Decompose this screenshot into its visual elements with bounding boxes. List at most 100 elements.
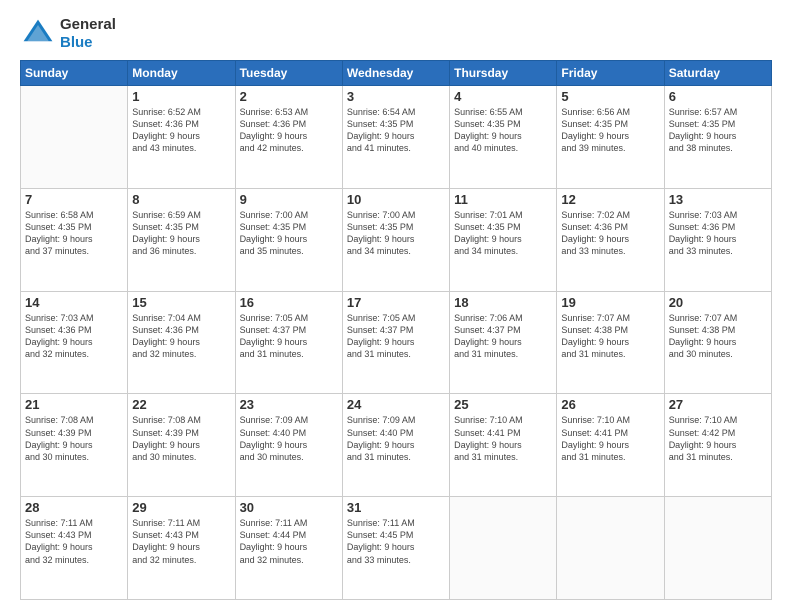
day-number: 13 (669, 192, 767, 207)
day-info: Sunrise: 6:52 AM Sunset: 4:36 PM Dayligh… (132, 106, 230, 155)
calendar-cell (450, 497, 557, 600)
day-info: Sunrise: 6:56 AM Sunset: 4:35 PM Dayligh… (561, 106, 659, 155)
calendar-cell (21, 86, 128, 189)
logo-text: General Blue (60, 16, 116, 52)
day-number: 14 (25, 295, 123, 310)
day-info: Sunrise: 7:11 AM Sunset: 4:44 PM Dayligh… (240, 517, 338, 566)
calendar-cell: 4 Sunrise: 6:55 AM Sunset: 4:35 PM Daylig… (450, 86, 557, 189)
day-info: Sunrise: 6:53 AM Sunset: 4:36 PM Dayligh… (240, 106, 338, 155)
day-number: 16 (240, 295, 338, 310)
day-info: Sunrise: 7:05 AM Sunset: 4:37 PM Dayligh… (347, 312, 445, 361)
day-number: 18 (454, 295, 552, 310)
calendar-cell: 10Sunrise: 7:00 AM Sunset: 4:35 PM Dayli… (342, 188, 449, 291)
day-info: Sunrise: 6:55 AM Sunset: 4:35 PM Dayligh… (454, 106, 552, 155)
calendar-cell: 29 Sunrise: 7:11 AM Sunset: 4:43 PM Dayli… (128, 497, 235, 600)
day-number: 17 (347, 295, 445, 310)
calendar-cell: 18 Sunrise: 7:06 AM Sunset: 4:37 PM Dayli… (450, 291, 557, 394)
day-number: 7 (25, 192, 123, 207)
day-number: 25 (454, 397, 552, 412)
calendar-day-header: Saturday (664, 61, 771, 86)
calendar-cell: 8Sunrise: 6:59 AM Sunset: 4:35 PM Daylig… (128, 188, 235, 291)
calendar-cell: 6 Sunrise: 6:57 AM Sunset: 4:35 PM Daylig… (664, 86, 771, 189)
day-number: 28 (25, 500, 123, 515)
day-number: 3 (347, 89, 445, 104)
day-info: Sunrise: 7:02 AM Sunset: 4:36 PM Dayligh… (561, 209, 659, 258)
day-number: 22 (132, 397, 230, 412)
day-info: Sunrise: 7:00 AM Sunset: 4:35 PM Dayligh… (347, 209, 445, 258)
day-number: 30 (240, 500, 338, 515)
day-number: 2 (240, 89, 338, 104)
calendar-cell: 22 Sunrise: 7:08 AM Sunset: 4:39 PM Dayli… (128, 394, 235, 497)
day-number: 20 (669, 295, 767, 310)
calendar-cell: 23Sunrise: 7:09 AM Sunset: 4:40 PM Dayli… (235, 394, 342, 497)
day-info: Sunrise: 7:09 AM Sunset: 4:40 PM Dayligh… (240, 414, 338, 463)
day-info: Sunrise: 7:11 AM Sunset: 4:43 PM Dayligh… (25, 517, 123, 566)
calendar-cell: 20 Sunrise: 7:07 AM Sunset: 4:38 PM Dayli… (664, 291, 771, 394)
calendar-cell: 3 Sunrise: 6:54 AM Sunset: 4:35 PM Daylig… (342, 86, 449, 189)
day-number: 12 (561, 192, 659, 207)
day-number: 15 (132, 295, 230, 310)
calendar-cell: 19Sunrise: 7:07 AM Sunset: 4:38 PM Dayli… (557, 291, 664, 394)
day-number: 11 (454, 192, 552, 207)
calendar-cell: 13 Sunrise: 7:03 AM Sunset: 4:36 PM Dayli… (664, 188, 771, 291)
calendar-cell: 28 Sunrise: 7:11 AM Sunset: 4:43 PM Dayli… (21, 497, 128, 600)
day-number: 29 (132, 500, 230, 515)
day-info: Sunrise: 7:10 AM Sunset: 4:41 PM Dayligh… (561, 414, 659, 463)
day-info: Sunrise: 7:11 AM Sunset: 4:43 PM Dayligh… (132, 517, 230, 566)
day-info: Sunrise: 6:58 AM Sunset: 4:35 PM Dayligh… (25, 209, 123, 258)
day-info: Sunrise: 7:06 AM Sunset: 4:37 PM Dayligh… (454, 312, 552, 361)
day-info: Sunrise: 7:00 AM Sunset: 4:35 PM Dayligh… (240, 209, 338, 258)
day-info: Sunrise: 7:08 AM Sunset: 4:39 PM Dayligh… (25, 414, 123, 463)
day-number: 27 (669, 397, 767, 412)
calendar-cell: 31Sunrise: 7:11 AM Sunset: 4:45 PM Dayli… (342, 497, 449, 600)
calendar-week-row: 28 Sunrise: 7:11 AM Sunset: 4:43 PM Dayli… (21, 497, 772, 600)
day-number: 31 (347, 500, 445, 515)
header: General Blue (20, 16, 772, 52)
calendar-table: SundayMondayTuesdayWednesdayThursdayFrid… (20, 60, 772, 600)
calendar-cell: 17 Sunrise: 7:05 AM Sunset: 4:37 PM Dayli… (342, 291, 449, 394)
day-info: Sunrise: 6:54 AM Sunset: 4:35 PM Dayligh… (347, 106, 445, 155)
calendar-cell: 2 Sunrise: 6:53 AM Sunset: 4:36 PM Daylig… (235, 86, 342, 189)
day-info: Sunrise: 7:04 AM Sunset: 4:36 PM Dayligh… (132, 312, 230, 361)
calendar-day-header: Tuesday (235, 61, 342, 86)
calendar-cell: 5 Sunrise: 6:56 AM Sunset: 4:35 PM Daylig… (557, 86, 664, 189)
logo-icon (20, 16, 56, 52)
logo: General Blue (20, 16, 116, 52)
day-info: Sunrise: 7:07 AM Sunset: 4:38 PM Dayligh… (669, 312, 767, 361)
day-info: Sunrise: 7:10 AM Sunset: 4:41 PM Dayligh… (454, 414, 552, 463)
calendar-cell: 14 Sunrise: 7:03 AM Sunset: 4:36 PM Dayli… (21, 291, 128, 394)
calendar-cell: 9 Sunrise: 7:00 AM Sunset: 4:35 PM Daylig… (235, 188, 342, 291)
calendar-cell: 21 Sunrise: 7:08 AM Sunset: 4:39 PM Dayli… (21, 394, 128, 497)
day-number: 21 (25, 397, 123, 412)
day-info: Sunrise: 6:59 AM Sunset: 4:35 PM Dayligh… (132, 209, 230, 258)
day-number: 4 (454, 89, 552, 104)
calendar-day-header: Sunday (21, 61, 128, 86)
day-info: Sunrise: 7:03 AM Sunset: 4:36 PM Dayligh… (25, 312, 123, 361)
calendar-day-header: Friday (557, 61, 664, 86)
calendar-cell: 16Sunrise: 7:05 AM Sunset: 4:37 PM Dayli… (235, 291, 342, 394)
calendar-cell: 25 Sunrise: 7:10 AM Sunset: 4:41 PM Dayli… (450, 394, 557, 497)
day-info: Sunrise: 7:09 AM Sunset: 4:40 PM Dayligh… (347, 414, 445, 463)
day-info: Sunrise: 7:08 AM Sunset: 4:39 PM Dayligh… (132, 414, 230, 463)
day-number: 5 (561, 89, 659, 104)
day-info: Sunrise: 7:03 AM Sunset: 4:36 PM Dayligh… (669, 209, 767, 258)
calendar-cell: 26 Sunrise: 7:10 AM Sunset: 4:41 PM Dayli… (557, 394, 664, 497)
calendar-cell: 7 Sunrise: 6:58 AM Sunset: 4:35 PM Daylig… (21, 188, 128, 291)
calendar-cell: 27Sunrise: 7:10 AM Sunset: 4:42 PM Dayli… (664, 394, 771, 497)
calendar-week-row: 14 Sunrise: 7:03 AM Sunset: 4:36 PM Dayli… (21, 291, 772, 394)
day-info: Sunrise: 6:57 AM Sunset: 4:35 PM Dayligh… (669, 106, 767, 155)
day-number: 26 (561, 397, 659, 412)
page: General Blue SundayMondayTuesdayWednesda… (0, 0, 792, 612)
calendar-week-row: 7 Sunrise: 6:58 AM Sunset: 4:35 PM Daylig… (21, 188, 772, 291)
day-info: Sunrise: 7:01 AM Sunset: 4:35 PM Dayligh… (454, 209, 552, 258)
calendar-day-header: Monday (128, 61, 235, 86)
day-number: 6 (669, 89, 767, 104)
day-number: 9 (240, 192, 338, 207)
day-info: Sunrise: 7:07 AM Sunset: 4:38 PM Dayligh… (561, 312, 659, 361)
calendar-cell: 15 Sunrise: 7:04 AM Sunset: 4:36 PM Dayli… (128, 291, 235, 394)
calendar-cell: 12 Sunrise: 7:02 AM Sunset: 4:36 PM Dayli… (557, 188, 664, 291)
calendar-week-row: 21 Sunrise: 7:08 AM Sunset: 4:39 PM Dayli… (21, 394, 772, 497)
calendar-cell: 1Sunrise: 6:52 AM Sunset: 4:36 PM Daylig… (128, 86, 235, 189)
calendar-day-header: Wednesday (342, 61, 449, 86)
calendar-cell (557, 497, 664, 600)
